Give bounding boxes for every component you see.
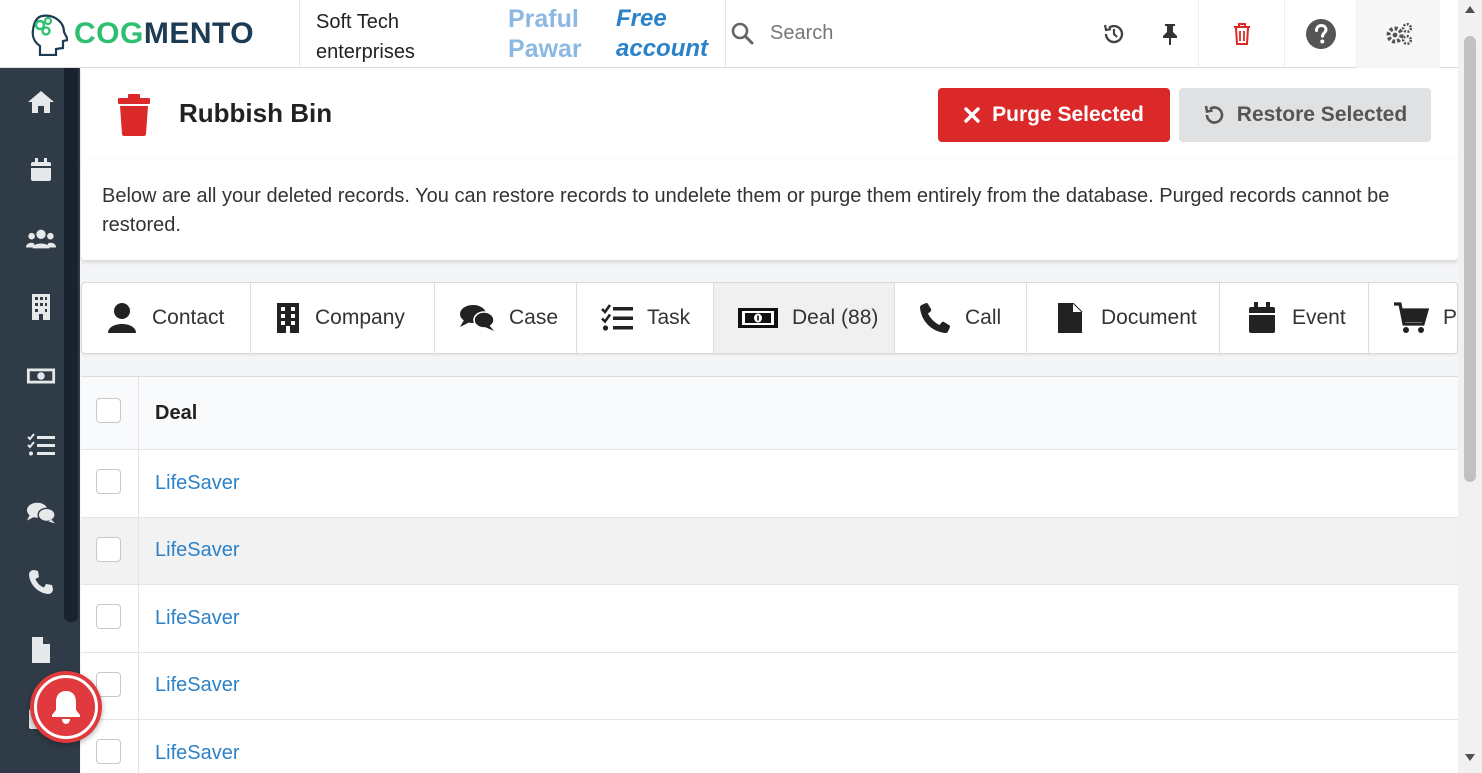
deal-link[interactable]: LifeSaver [155,539,240,562]
page-header: Rubbish Bin Purge Selected Restore Selec… [81,68,1458,160]
logo-head-icon [31,14,68,56]
scroll-up-arrow[interactable] [1465,6,1475,13]
phone-icon [919,302,951,334]
page-scrollbar[interactable] [1458,0,1482,773]
sidebar-item-contacts[interactable] [26,224,56,254]
table-row: LifeSaver [81,585,1458,653]
help-button[interactable] [1284,0,1356,68]
row-checkbox[interactable] [96,469,121,494]
page-title: Rubbish Bin [179,98,333,128]
sidebar-item-documents[interactable] [26,635,56,665]
top-bar: COGMENTO Soft Tech enterprises Praful Pa… [0,0,1458,68]
settings-button[interactable] [1356,0,1440,68]
sidebar-item-tasks[interactable] [26,430,56,460]
tab-deal[interactable]: Deal (88) [714,283,895,353]
comments-icon [459,304,495,332]
history-icon [1103,24,1124,44]
undo-icon [1203,104,1225,126]
calls-icon [29,570,53,594]
money-icon [738,307,778,329]
tab-event[interactable]: Event [1220,283,1369,353]
sidebar-item-calls[interactable] [26,567,56,597]
cases-icon [26,502,56,524]
deal-link[interactable]: LifeSaver [155,674,240,697]
scroll-down-arrow[interactable] [1465,754,1475,761]
pin-icon [1163,24,1177,45]
tab-product[interactable]: Pr [1369,283,1457,353]
history-button[interactable] [1086,0,1142,68]
pin-button[interactable] [1142,0,1198,68]
restore-selected-label: Restore Selected [1236,103,1408,126]
row-checkbox[interactable] [96,739,121,764]
sidebar [0,68,80,773]
calendar-icon [1248,302,1276,334]
deals-icon [26,368,56,384]
sidebar-item-home[interactable] [26,87,56,117]
purge-selected-button[interactable]: Purge Selected [938,88,1170,142]
row-checkbox[interactable] [96,604,121,629]
settings-icon [1386,22,1412,46]
row-checkbox[interactable] [96,536,121,562]
tab-case[interactable]: Case [435,283,577,353]
tasks-icon [27,433,55,456]
select-all-checkbox[interactable] [96,398,121,423]
scroll-thumb[interactable] [1464,36,1476,482]
tab-contact[interactable]: Contact [82,283,251,353]
search-bar [726,0,1086,67]
record-type-tabs: Contact Company Case Task Deal (88) Call… [81,282,1458,354]
purge-selected-label: Purge Selected [992,103,1144,126]
tasks-icon [601,304,633,332]
search-input[interactable] [770,22,1070,45]
sidebar-item-companies[interactable] [26,292,56,322]
file-icon [1057,302,1083,334]
tab-call[interactable]: Call [895,283,1027,353]
sidebar-item-cases[interactable] [26,498,56,528]
help-icon [1305,19,1336,49]
deal-link[interactable]: LifeSaver [155,472,240,495]
user-name[interactable]: Praful Pawar [490,0,608,67]
sidebar-item-deals[interactable] [26,361,56,391]
company-name: Soft Tech enterprises [316,11,415,63]
logo-text: COGMENTO [74,17,255,50]
deal-link[interactable]: LifeSaver [155,742,240,765]
account-type[interactable]: Free account [608,0,726,67]
home-icon [28,91,54,113]
table-row: LifeSaver [81,652,1458,720]
notification-bell-button[interactable] [30,671,102,743]
info-message: Below are all your deleted records. You … [81,160,1458,260]
documents-icon [32,637,50,663]
companies-icon [32,294,50,320]
row-checkbox[interactable] [96,671,121,697]
user-icon [106,302,138,334]
cart-icon [1393,302,1429,334]
table-header-row: Deal [81,377,1458,450]
rubbish-bin-icon [118,94,150,136]
building-icon [275,302,301,334]
trash-button[interactable] [1198,0,1284,68]
close-icon [964,107,980,123]
sidebar-scrollbar[interactable] [64,68,78,622]
deleted-deals-table: Deal LifeSaver LifeSaver LifeSaver LifeS… [81,376,1458,773]
deal-link[interactable]: LifeSaver [155,607,240,630]
tab-company[interactable]: Company [251,283,435,353]
restore-selected-button[interactable]: Restore Selected [1179,88,1431,142]
trash-icon [1233,23,1250,45]
tab-task[interactable]: Task [577,283,714,353]
table-row: LifeSaver [81,517,1458,585]
column-header-deal[interactable]: Deal [155,377,197,449]
tab-document[interactable]: Document [1027,283,1220,353]
table-row: LifeSaver [81,720,1458,773]
contacts-icon [26,229,56,249]
calendar-icon [31,158,51,181]
brand-logo[interactable]: COGMENTO [0,0,300,68]
sidebar-item-calendar[interactable] [26,155,56,185]
table-row: LifeSaver [81,450,1458,518]
search-icon [731,22,754,44]
